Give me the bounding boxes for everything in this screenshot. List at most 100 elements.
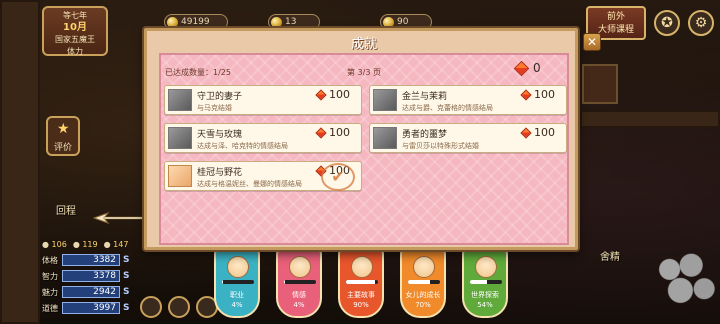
stat-row: 道德 3997 S <box>42 301 137 315</box>
stat-value: 3382 <box>62 254 120 266</box>
gauge-row: ● 106 ● 119 ● 147 <box>42 240 137 249</box>
sign-line-1: 前外 <box>606 12 625 22</box>
stat-value: 3997 <box>62 302 120 314</box>
points-value: 100 <box>534 88 555 101</box>
total-points: 0 <box>513 60 541 76</box>
category-card-career[interactable]: 职业 4% <box>214 248 260 318</box>
achieved-check-stamp-icon: ✔ <box>321 163 355 191</box>
gauge-c: ● 147 <box>103 240 129 249</box>
achievement-name: 桂冠与野花 <box>197 168 243 178</box>
achievements-dialog: 成就 ✕ 已达成数量：1/25 第 3/3 页 0 守卫的妻子 与马克结婚 10… <box>144 28 601 250</box>
gem-icon <box>520 126 532 139</box>
character-portrait <box>289 256 311 278</box>
category-percent: 54% <box>477 301 493 309</box>
stat-label: 智力 <box>42 271 58 281</box>
achievement-description: 与马克结婚 <box>197 104 232 112</box>
stat-label: 体格 <box>42 255 58 265</box>
stat-row: 魅力 2942 S <box>42 285 137 299</box>
progress-bar <box>408 280 440 284</box>
menu-icon-button-1[interactable] <box>140 296 162 318</box>
menu-icon-button-2[interactable] <box>168 296 190 318</box>
total-points-value: 0 <box>533 61 541 75</box>
achievement-thumbnail <box>168 127 192 149</box>
calendar-panel[interactable]: 等七年 10月 国家五魔王 体力 <box>42 6 108 56</box>
achievement-description: 达成与泽、哈克特的情感结局 <box>197 142 288 150</box>
evaluation-label: 评价 <box>53 143 72 153</box>
points-value: 100 <box>534 126 555 139</box>
category-card-exploration[interactable]: 世界探索 54% <box>462 248 508 318</box>
category-name: 世界探索 <box>471 291 499 299</box>
achievement-points: 100 <box>315 88 350 101</box>
progress-bar <box>222 280 254 284</box>
close-icon: ✕ <box>586 35 598 49</box>
progress-bar <box>346 280 378 284</box>
achievements-panel: 已达成数量：1/25 第 3/3 页 0 守卫的妻子 与马克结婚 100 金兰与… <box>159 53 569 245</box>
category-card-romance[interactable]: 情感 4% <box>276 248 322 318</box>
resource-icon <box>383 17 394 28</box>
gem-icon <box>513 60 530 76</box>
achievement-name: 天雪与玫瑰 <box>197 130 243 140</box>
calendar-info: 国家五魔王 <box>55 35 95 44</box>
resource-value-3: 90 <box>397 17 409 27</box>
gear-icon: ⚙ <box>694 15 708 31</box>
page-indicator: 第 3/3 页 <box>347 68 381 77</box>
star-icon: ✪ <box>661 15 673 31</box>
character-portrait <box>475 256 497 278</box>
category-percent: 90% <box>353 301 369 309</box>
calendar-stamina: 体力 <box>67 47 83 56</box>
achievement-card[interactable]: 天雪与玫瑰 达成与泽、哈克特的情感结局 100 <box>164 123 362 153</box>
achieved-count: 已达成数量：1/25 <box>165 68 231 77</box>
category-name: 主要故事 <box>347 291 375 299</box>
settings-button[interactable]: ⚙ <box>688 10 714 36</box>
category-card-growth[interactable]: 女儿的成长 70% <box>400 248 446 318</box>
achievement-points: 100 <box>315 126 350 139</box>
calendar-month: 10月 <box>63 22 87 33</box>
category-name: 女儿的成长 <box>405 291 441 299</box>
character-portrait <box>351 256 373 278</box>
achievement-thumbnail <box>168 165 192 187</box>
dialog-title: 成就 <box>350 37 377 52</box>
gold-value: 49199 <box>181 17 210 27</box>
category-name: 职业 <box>230 291 244 299</box>
achievement-description: 达成与格温妮丝、曼娜的情感结局 <box>197 180 302 188</box>
stats-panel: ● 106 ● 119 ● 147 体格 3382 S 智力 3378 S 魅力… <box>42 240 137 317</box>
achievement-name: 金兰与茉莉 <box>402 92 448 102</box>
back-arrow-icon[interactable] <box>92 212 152 224</box>
resource-icon <box>271 17 282 28</box>
back-label[interactable]: 回程 <box>56 202 76 217</box>
gem-icon <box>520 88 532 101</box>
stat-row: 智力 3378 S <box>42 269 137 283</box>
points-value: 100 <box>329 126 350 139</box>
category-card-main-story[interactable]: 主要故事 90% <box>338 248 384 318</box>
stat-label: 魅力 <box>42 287 58 297</box>
achievement-card[interactable]: 金兰与茉莉 达成与爵、克蕾格的情感结局 100 <box>369 85 567 115</box>
category-percent: 70% <box>415 301 431 309</box>
progress-bar <box>470 280 502 284</box>
achievement-thumbnail <box>168 89 192 111</box>
gem-icon <box>315 126 327 139</box>
progress-bar <box>284 280 316 284</box>
category-percent: 4% <box>293 301 305 309</box>
stat-grade: S <box>123 255 130 265</box>
star-icon: ★ <box>57 121 70 137</box>
star-button[interactable]: ✪ <box>654 10 680 36</box>
gem-icon <box>315 88 327 101</box>
achievement-card-achieved[interactable]: 桂冠与野花 达成与格温妮丝、曼娜的情感结局 100 ✔ <box>164 161 362 191</box>
stat-grade: S <box>123 303 130 313</box>
achievement-thumbnail <box>373 89 397 111</box>
calendar-year: 等七年 <box>63 11 87 20</box>
points-value: 100 <box>329 88 350 101</box>
stat-value: 3378 <box>62 270 120 282</box>
achievement-points: 100 <box>520 126 555 139</box>
achievement-points: 100 <box>520 88 555 101</box>
achievement-name: 守卫的妻子 <box>197 92 243 102</box>
achievement-card[interactable]: 勇者的噩梦 与雷贝莎以特殊形式结婚 100 <box>369 123 567 153</box>
achievement-card[interactable]: 守卫的妻子 与马克结婚 100 <box>164 85 362 115</box>
close-button[interactable]: ✕ <box>583 33 601 51</box>
evaluation-button[interactable]: ★ 评价 <box>46 116 80 156</box>
gold-coin-icon <box>167 17 178 28</box>
right-side-label[interactable]: 舍精 <box>600 248 620 263</box>
category-percent: 4% <box>231 301 243 309</box>
stat-label: 道德 <box>42 303 58 313</box>
stat-grade: S <box>123 287 130 297</box>
